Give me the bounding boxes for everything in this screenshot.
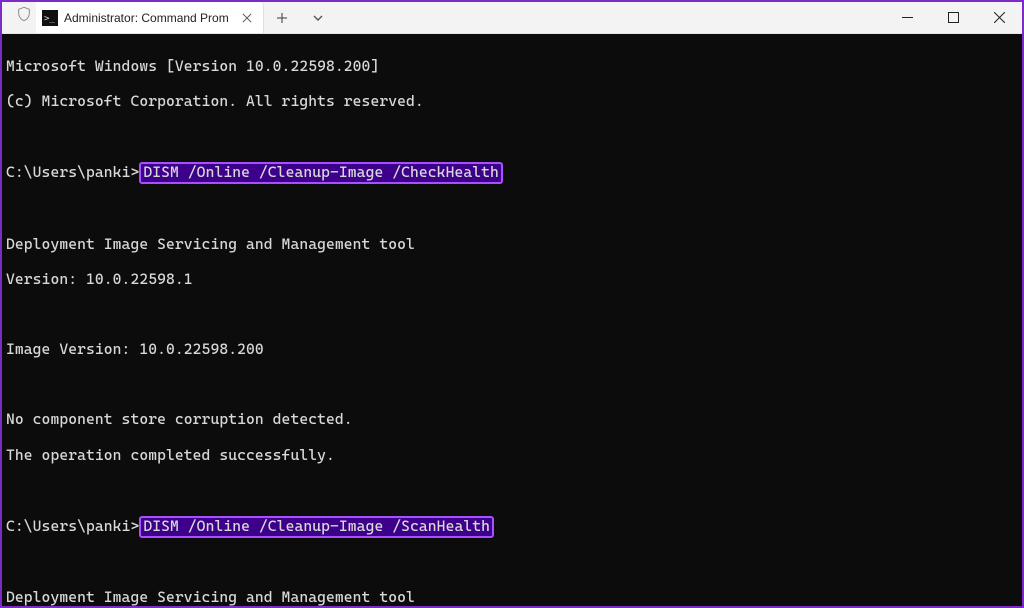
blank-line [6, 554, 1018, 572]
output-line: The operation completed successfully. [6, 447, 1018, 465]
terminal-output[interactable]: Microsoft Windows [Version 10.0.22598.20… [2, 34, 1022, 606]
maximize-button[interactable] [930, 2, 976, 33]
highlighted-command: DISM /Online /Cleanup-Image /ScanHealth [139, 516, 494, 538]
output-line: Image Version: 10.0.22598.200 [6, 341, 1018, 359]
output-line: Deployment Image Servicing and Managemen… [6, 236, 1018, 254]
output-line: No component store corruption detected. [6, 411, 1018, 429]
output-line: (c) Microsoft Corporation. All rights re… [6, 93, 1018, 111]
output-line: Version: 10.0.22598.1 [6, 271, 1018, 289]
titlebar-drag-area[interactable] [336, 2, 884, 33]
tab-cmd[interactable]: >_ Administrator: Command Prom [36, 2, 264, 33]
tab-close-button[interactable] [239, 10, 255, 26]
blank-line [6, 482, 1018, 500]
highlighted-command: DISM /Online /Cleanup-Image /CheckHealth [139, 162, 503, 184]
blank-line [6, 376, 1018, 394]
shield-icon [6, 6, 42, 22]
blank-line [6, 200, 1018, 218]
blank-line [6, 306, 1018, 324]
titlebar: >_ Administrator: Command Prom [2, 2, 1022, 34]
output-line: Deployment Image Servicing and Managemen… [6, 589, 1018, 606]
tab-dropdown-button[interactable] [300, 2, 336, 33]
prompt-prefix: C:\Users\panki> [6, 518, 139, 536]
blank-line [6, 128, 1018, 146]
prompt-line: C:\Users\panki>DISM /Online /Cleanup-Ima… [6, 163, 1018, 183]
window-controls [884, 2, 1022, 33]
output-line: Microsoft Windows [Version 10.0.22598.20… [6, 58, 1018, 76]
cmd-icon: >_ [42, 10, 58, 26]
new-tab-button[interactable] [264, 2, 300, 33]
close-button[interactable] [976, 2, 1022, 33]
tab-title: Administrator: Command Prom [64, 11, 229, 25]
svg-text:>_: >_ [44, 14, 55, 24]
prompt-line: C:\Users\panki>DISM /Online /Cleanup-Ima… [6, 517, 1018, 537]
prompt-prefix: C:\Users\panki> [6, 164, 139, 182]
minimize-button[interactable] [884, 2, 930, 33]
